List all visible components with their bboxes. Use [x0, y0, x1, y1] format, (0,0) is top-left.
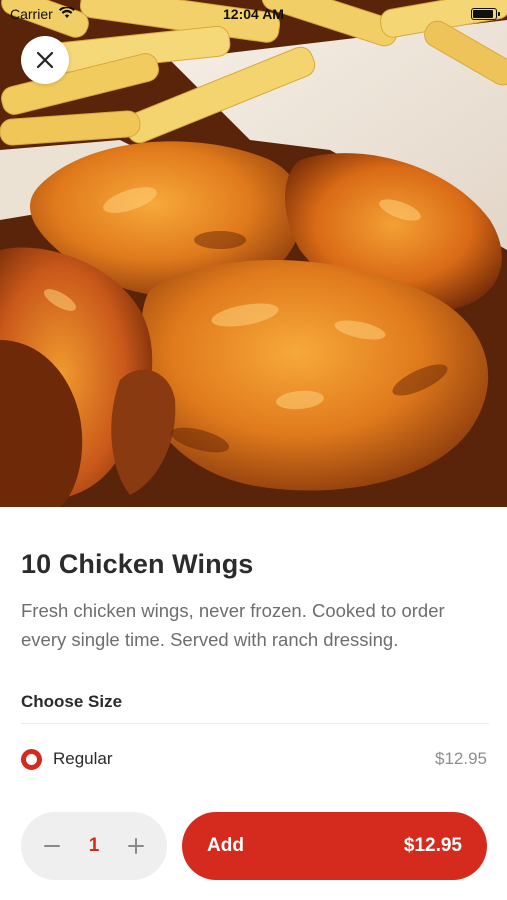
radio-selected-icon[interactable] [21, 748, 42, 770]
divider [21, 723, 489, 724]
item-description: Fresh chicken wings, never frozen. Cooke… [21, 600, 445, 650]
plus-icon [127, 838, 144, 854]
option-label: Regular [53, 749, 113, 768]
close-button[interactable] [21, 36, 69, 84]
size-option-regular[interactable]: Regular $12.95 [21, 741, 487, 777]
add-button-label: Add [207, 835, 244, 856]
increase-quantity-button[interactable] [123, 833, 149, 859]
add-to-cart-button[interactable]: Add $12.95 [182, 812, 487, 880]
close-icon [36, 51, 54, 69]
battery-level [473, 10, 493, 18]
bottom-action-bar: 1 Add $12.95 [0, 790, 507, 900]
decrease-quantity-button[interactable] [39, 833, 65, 859]
status-time: 12:04 AM [223, 6, 284, 22]
status-bar: Carrier 12:04 AM [0, 0, 507, 28]
add-button-price: $12.95 [403, 835, 462, 856]
option-price: $12.95 [435, 749, 487, 768]
quantity-stepper: 1 [21, 812, 167, 880]
hero-food-image [0, 0, 507, 507]
quantity-value: 1 [88, 835, 100, 856]
item-title: 10 Chicken Wings [21, 549, 254, 579]
chicken-wings-photo [0, 0, 507, 507]
minus-icon [44, 845, 60, 847]
options-section-title: Choose Size [21, 692, 123, 711]
battery-icon [471, 8, 500, 20]
